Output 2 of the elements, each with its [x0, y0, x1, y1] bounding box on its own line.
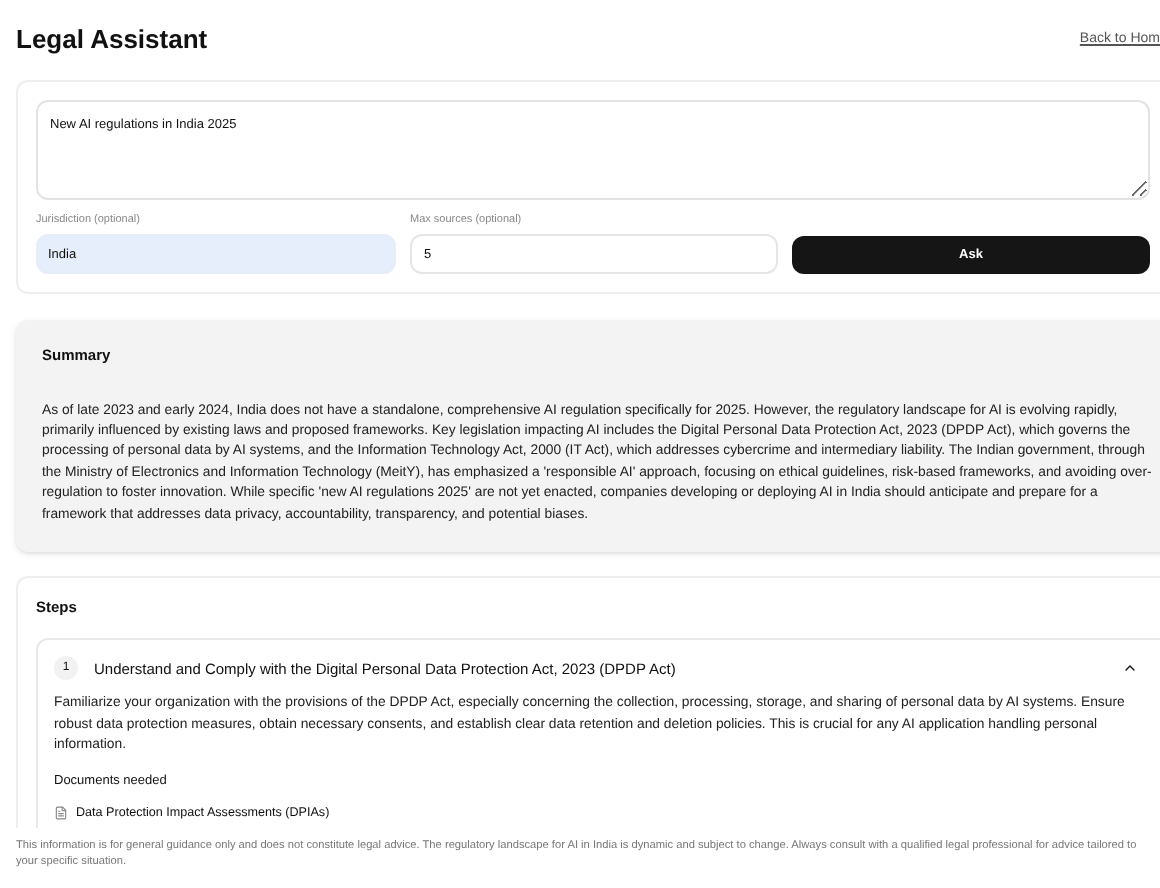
page-title: Legal Assistant — [16, 22, 208, 59]
document-icon — [54, 806, 68, 821]
